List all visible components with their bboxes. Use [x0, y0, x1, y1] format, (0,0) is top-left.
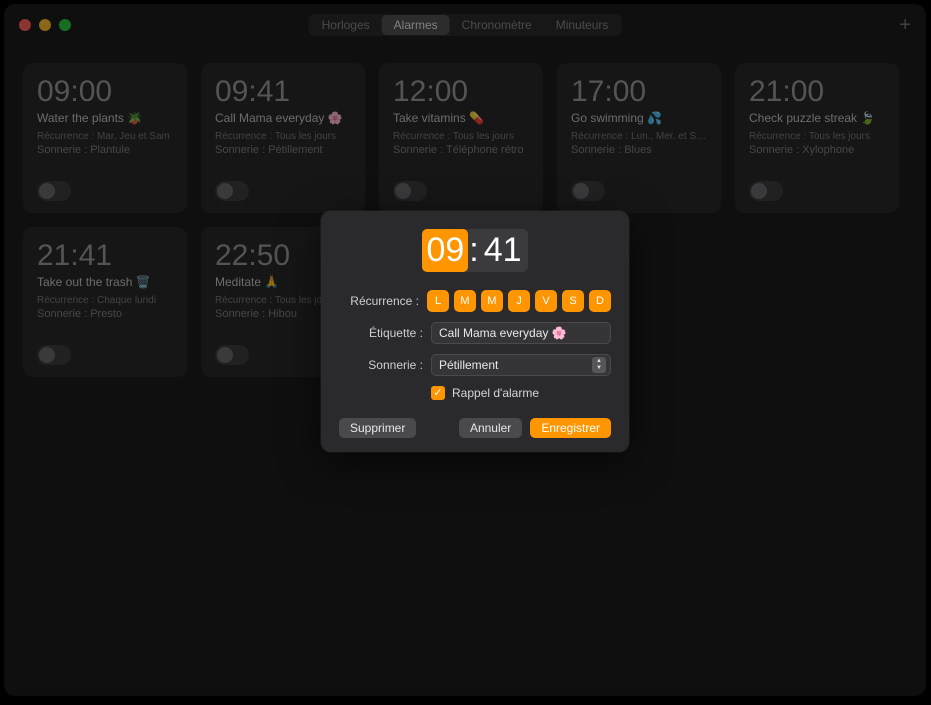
day-buttons: LMMJVSD — [427, 290, 611, 312]
sonnerie-label: Sonnerie : — [339, 358, 431, 372]
edit-alarm-modal: 09 : 41 Récurrence : LMMJVSD Étiquette :… — [321, 211, 629, 452]
day-toggle[interactable]: J — [508, 290, 530, 312]
day-toggle[interactable]: D — [589, 290, 611, 312]
snooze-label: Rappel d'alarme — [452, 386, 539, 400]
delete-button[interactable]: Supprimer — [339, 418, 416, 438]
save-button[interactable]: Enregistrer — [530, 418, 611, 438]
day-toggle[interactable]: M — [454, 290, 476, 312]
chevron-up-down-icon: ▲▼ — [592, 357, 606, 373]
time-colon: : — [468, 231, 479, 270]
sonnerie-value: Pétillement — [439, 358, 498, 372]
etiquette-label: Étiquette : — [339, 326, 431, 340]
day-toggle[interactable]: S — [562, 290, 584, 312]
day-toggle[interactable]: V — [535, 290, 557, 312]
snooze-checkbox[interactable]: ✓ — [431, 386, 445, 400]
day-toggle[interactable]: M — [481, 290, 503, 312]
time-picker[interactable]: 09 : 41 — [339, 229, 611, 272]
time-minute-field[interactable]: 41 — [480, 229, 526, 272]
snooze-row: ✓ Rappel d'alarme — [431, 386, 611, 400]
cancel-button[interactable]: Annuler — [459, 418, 522, 438]
recurrence-row: Récurrence : LMMJVSD — [339, 290, 611, 312]
day-toggle[interactable]: L — [427, 290, 449, 312]
recurrence-label: Récurrence : — [339, 294, 427, 308]
etiquette-input[interactable]: Call Mama everyday 🌸 — [431, 322, 611, 344]
sonnerie-select[interactable]: Pétillement ▲▼ — [431, 354, 611, 376]
etiquette-row: Étiquette : Call Mama everyday 🌸 — [339, 322, 611, 344]
app-window: Horloges Alarmes Chronomètre Minuteurs +… — [5, 5, 925, 695]
modal-button-bar: Supprimer Annuler Enregistrer — [339, 418, 611, 438]
time-hour-field[interactable]: 09 — [422, 229, 468, 272]
sonnerie-row: Sonnerie : Pétillement ▲▼ — [339, 354, 611, 376]
